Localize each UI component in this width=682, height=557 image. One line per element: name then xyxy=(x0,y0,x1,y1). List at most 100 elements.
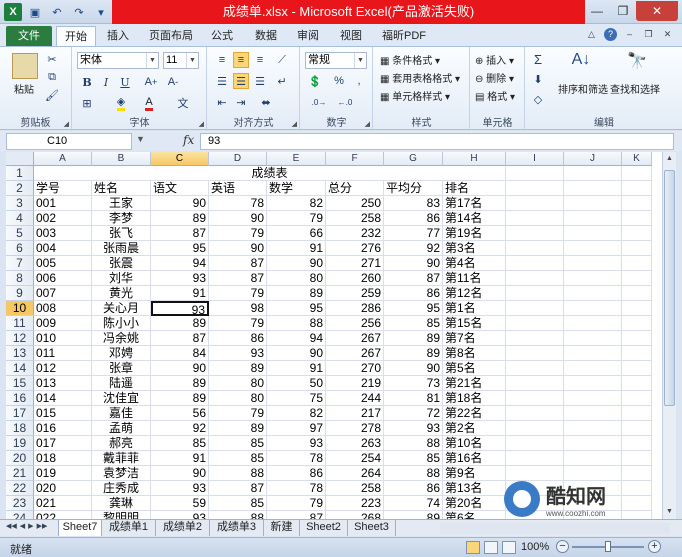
collapse-ribbon-icon[interactable]: △ xyxy=(585,28,598,41)
column-header-k[interactable]: K xyxy=(622,152,652,166)
column-header-f[interactable]: F xyxy=(326,152,384,166)
cell[interactable] xyxy=(564,301,622,316)
cell[interactable]: 88 xyxy=(209,466,267,481)
row-header[interactable]: 22 xyxy=(6,481,34,496)
first-sheet-icon[interactable]: ◀◀ xyxy=(6,522,17,530)
cell[interactable]: 87 xyxy=(151,331,209,346)
sheet-title-cell[interactable]: 成绩表 xyxy=(34,166,506,181)
cell[interactable]: 黎明明 xyxy=(92,511,151,519)
doc-close-icon[interactable]: ✕ xyxy=(661,28,674,41)
cell[interactable]: 93 xyxy=(151,511,209,519)
cell-styles-button[interactable]: ▦ 单元格样式 ▾ xyxy=(380,88,450,103)
paste-button[interactable]: 粘贴 xyxy=(14,81,34,96)
bold-button[interactable]: B xyxy=(79,74,95,90)
row-header[interactable]: 12 xyxy=(6,331,34,346)
column-header-a[interactable]: A xyxy=(34,152,92,166)
border-icon[interactable]: ⊞ xyxy=(79,95,95,111)
header-cell[interactable]: 语文 xyxy=(151,181,209,196)
cell[interactable]: 第8名 xyxy=(443,346,506,361)
cell[interactable] xyxy=(564,316,622,331)
accounting-format-icon[interactable]: 💲 xyxy=(307,73,323,89)
cell[interactable]: 90 xyxy=(384,361,443,376)
cell[interactable]: 258 xyxy=(326,211,384,226)
cell[interactable]: 010 xyxy=(34,331,92,346)
find-select-icon[interactable]: 🔭 xyxy=(622,51,652,77)
cell[interactable]: 庄秀成 xyxy=(92,481,151,496)
cell[interactable]: 龚琳 xyxy=(92,496,151,511)
phonetic-icon[interactable]: 文 xyxy=(175,95,191,111)
cell[interactable]: 89 xyxy=(209,421,267,436)
cell[interactable]: 黄光 xyxy=(92,286,151,301)
cell[interactable]: 第11名 xyxy=(443,271,506,286)
row-header[interactable]: 13 xyxy=(6,346,34,361)
cell[interactable]: 007 xyxy=(34,286,92,301)
cell[interactable]: 89 xyxy=(384,511,443,519)
cell[interactable] xyxy=(506,331,564,346)
cell[interactable] xyxy=(506,241,564,256)
row-header[interactable]: 10 xyxy=(6,301,34,316)
row-header[interactable]: 18 xyxy=(6,421,34,436)
cell[interactable]: 91 xyxy=(151,451,209,466)
cell[interactable]: 88 xyxy=(384,436,443,451)
row-header[interactable]: 1 xyxy=(6,166,34,181)
cell[interactable] xyxy=(622,436,652,451)
cell[interactable] xyxy=(506,211,564,226)
cell[interactable]: 90 xyxy=(151,196,209,211)
cell[interactable] xyxy=(622,226,652,241)
cell[interactable]: 93 xyxy=(151,481,209,496)
align-center-icon[interactable]: ☰ xyxy=(233,73,249,89)
cell[interactable]: 95 xyxy=(267,301,326,316)
cell[interactable]: 77 xyxy=(384,226,443,241)
cell[interactable]: 91 xyxy=(267,241,326,256)
cell[interactable] xyxy=(622,346,652,361)
cell[interactable]: 021 xyxy=(34,496,92,511)
column-header-c[interactable]: C xyxy=(151,152,209,166)
font-size-select[interactable]: 11 ▼ xyxy=(163,52,199,69)
cell[interactable] xyxy=(622,301,652,316)
cell[interactable]: 第6名 xyxy=(443,511,506,519)
cell[interactable] xyxy=(564,331,622,346)
sheet-tab[interactable]: Sheet3 xyxy=(348,520,396,536)
cell[interactable]: 92 xyxy=(384,241,443,256)
row-header[interactable]: 8 xyxy=(6,271,34,286)
cell[interactable]: 87 xyxy=(151,226,209,241)
cell[interactable]: 015 xyxy=(34,406,92,421)
delete-cells-button[interactable]: ⊖ 删除 ▾ xyxy=(475,70,514,85)
cell[interactable]: 85 xyxy=(384,316,443,331)
tab-page-layout[interactable]: 页面布局 xyxy=(142,26,200,46)
doc-minimize-icon[interactable]: – xyxy=(623,28,636,41)
cell[interactable]: 张章 xyxy=(92,361,151,376)
row-header[interactable]: 17 xyxy=(6,406,34,421)
cell[interactable] xyxy=(564,256,622,271)
active-cell[interactable]: 93 xyxy=(151,301,209,316)
redo-icon[interactable]: ↷ xyxy=(70,3,88,21)
row-header[interactable]: 19 xyxy=(6,436,34,451)
row-header[interactable]: 21 xyxy=(6,466,34,481)
column-header-i[interactable]: I xyxy=(506,152,564,166)
increase-decimal-icon[interactable]: .0→ xyxy=(311,94,327,110)
cell[interactable]: 74 xyxy=(384,496,443,511)
cell[interactable]: 第15名 xyxy=(443,316,506,331)
cell[interactable] xyxy=(622,391,652,406)
copy-icon[interactable]: ⧉ xyxy=(44,69,60,85)
cell[interactable]: 002 xyxy=(34,211,92,226)
row-header[interactable]: 6 xyxy=(6,241,34,256)
cell[interactable]: 第4名 xyxy=(443,256,506,271)
cell[interactable]: 87 xyxy=(209,256,267,271)
cell[interactable]: 017 xyxy=(34,436,92,451)
help-icon[interactable]: ? xyxy=(604,28,617,41)
font-dialog-launcher[interactable]: ◢ xyxy=(199,120,204,128)
cell[interactable] xyxy=(564,286,622,301)
cell[interactable]: 278 xyxy=(326,421,384,436)
cell[interactable]: 009 xyxy=(34,316,92,331)
cell[interactable] xyxy=(622,421,652,436)
format-as-table-button[interactable]: ▦ 套用表格格式 ▾ xyxy=(380,70,460,85)
cell[interactable]: 286 xyxy=(326,301,384,316)
tab-view[interactable]: 视图 xyxy=(333,26,369,46)
header-cell[interactable]: 英语 xyxy=(209,181,267,196)
cell[interactable]: 87 xyxy=(267,511,326,519)
cell[interactable] xyxy=(564,196,622,211)
align-bottom-icon[interactable]: ≡ xyxy=(252,52,268,68)
cell[interactable]: 001 xyxy=(34,196,92,211)
cell[interactable]: 85 xyxy=(209,451,267,466)
